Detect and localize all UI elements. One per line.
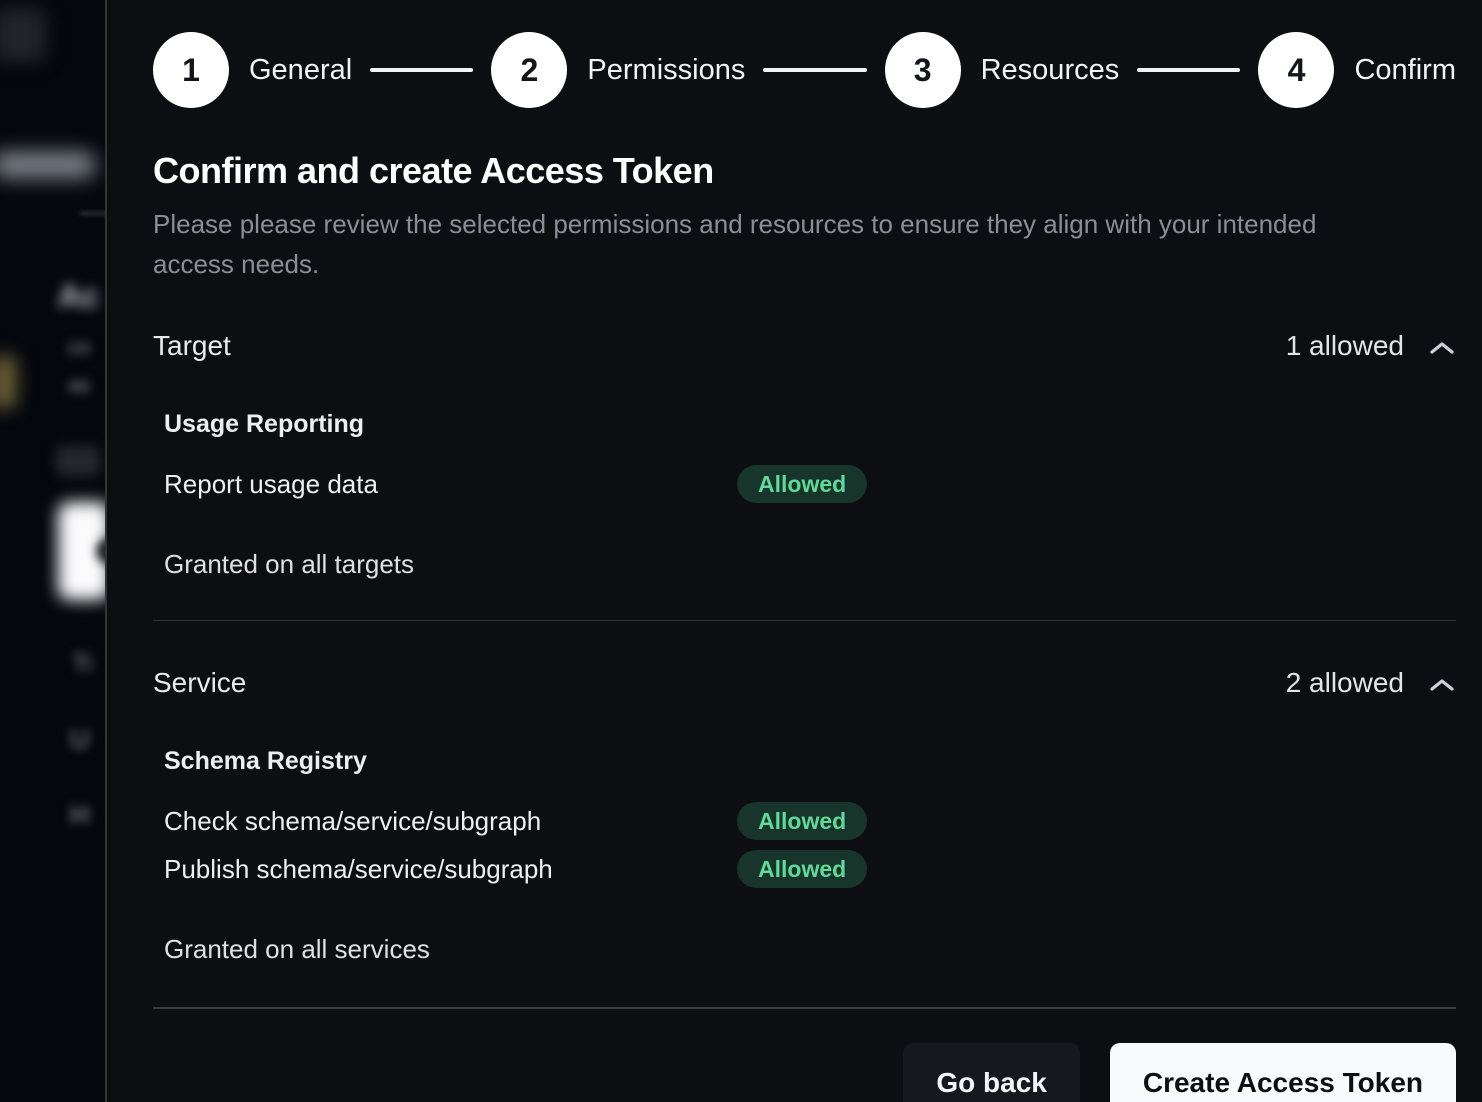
blurred-text-fragment: as: [68, 374, 90, 398]
blurred-yellow-tile: [0, 356, 16, 408]
permission-group: Usage Reporting Report usage data Allowe…: [164, 410, 1456, 580]
blurred-text-fragment: U: [70, 724, 90, 755]
screen: Ac co as Ti U H 1 General 2 Permissions …: [0, 0, 1482, 1102]
section-service-header: Service 2 allowed: [153, 667, 1456, 699]
step-general[interactable]: 1 General: [153, 32, 352, 108]
blurred-text-fragment: H: [70, 800, 90, 831]
step-confirm[interactable]: 4 Confirm: [1258, 32, 1456, 108]
blurred-divider: [80, 212, 107, 215]
create-access-token-button[interactable]: Create Access Token: [1110, 1043, 1456, 1102]
permission-label: Check schema/service/subgraph: [164, 806, 737, 837]
section-divider: [153, 618, 1456, 621]
step-label: Permissions: [587, 54, 745, 87]
blurred-logo-tile: [0, 8, 46, 62]
blurred-text-fragment: Ti: [72, 650, 92, 679]
blurred-heading-fragment: Ac: [58, 278, 99, 315]
section-service-collapse-toggle[interactable]: 2 allowed: [1286, 667, 1456, 699]
section-title: Service: [153, 667, 246, 699]
footer-divider: [153, 1005, 1456, 1009]
step-label: General: [249, 54, 352, 87]
granted-note: Granted on all services: [164, 934, 1456, 965]
permission-label: Report usage data: [164, 469, 737, 500]
permission-row: Report usage data Allowed: [164, 465, 1456, 503]
allowed-badge: Allowed: [737, 802, 867, 840]
permission-group: Schema Registry Check schema/service/sub…: [164, 747, 1456, 965]
step-number-badge: 4: [1258, 32, 1334, 108]
blurred-background-sidebar: Ac co as Ti U H: [0, 0, 107, 1102]
step-label: Confirm: [1354, 54, 1456, 87]
permission-label: Publish schema/service/subgraph: [164, 854, 737, 885]
section-title: Target: [153, 330, 231, 362]
section-service: Service 2 allowed Schema Registry Check …: [153, 667, 1456, 1009]
section-target-collapse-toggle[interactable]: 1 allowed: [1286, 330, 1456, 362]
allowed-count: 1 allowed: [1286, 330, 1404, 362]
blurred-text-fragment: co: [68, 336, 90, 360]
allowed-badge: Allowed: [737, 850, 867, 888]
permission-group-title: Schema Registry: [164, 747, 1456, 776]
step-permissions[interactable]: 2 Permissions: [491, 32, 745, 108]
go-back-button[interactable]: Go back: [903, 1043, 1079, 1102]
granted-note: Granted on all targets: [164, 549, 1456, 580]
step-number-badge: 2: [491, 32, 567, 108]
permission-group-title: Usage Reporting: [164, 410, 1456, 439]
section-target: Target 1 allowed Usage Reporting Report …: [153, 330, 1456, 621]
section-target-header: Target 1 allowed: [153, 330, 1456, 362]
step-resources[interactable]: 3 Resources: [885, 32, 1120, 108]
step-number-badge: 3: [885, 32, 961, 108]
permission-row: Publish schema/service/subgraph Allowed: [164, 850, 1456, 888]
create-access-token-dialog: 1 General 2 Permissions 3 Resources 4 Co…: [105, 0, 1482, 1102]
page-title: Confirm and create Access Token: [153, 150, 1456, 192]
allowed-count: 2 allowed: [1286, 667, 1404, 699]
step-number-badge: 1: [153, 32, 229, 108]
page-subtitle: Please please review the selected permis…: [153, 204, 1393, 284]
wizard-stepper: 1 General 2 Permissions 3 Resources 4 Co…: [153, 32, 1456, 108]
allowed-badge: Allowed: [737, 465, 867, 503]
permission-row: Check schema/service/subgraph Allowed: [164, 802, 1456, 840]
step-label: Resources: [981, 54, 1120, 87]
stepper-connector: [1137, 68, 1240, 72]
chevron-up-icon: [1428, 676, 1456, 694]
blurred-icon-tile: [56, 446, 100, 476]
dialog-footer: Go back Create Access Token: [153, 1043, 1456, 1102]
blurred-nav-label: [0, 152, 96, 178]
stepper-connector: [763, 68, 866, 72]
stepper-connector: [370, 68, 473, 72]
chevron-up-icon: [1428, 339, 1456, 357]
